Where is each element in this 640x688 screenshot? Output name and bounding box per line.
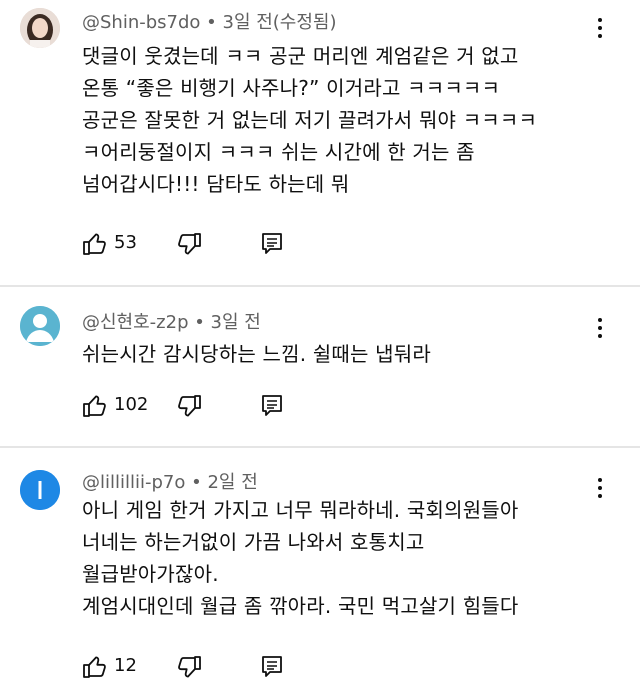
avatar[interactable] [20, 306, 60, 346]
thumbs-down-icon [178, 395, 201, 417]
reply-icon [262, 233, 282, 254]
thumbs-up-icon [83, 233, 106, 255]
like-button[interactable]: 53 [82, 228, 162, 260]
comment-actions: 12 [82, 651, 322, 683]
dislike-button[interactable] [176, 651, 204, 683]
comment-meta: @신현호-z2p • 3일 전 [82, 312, 261, 333]
dislike-button[interactable] [176, 390, 204, 422]
letter-avatar-icon [20, 470, 60, 510]
avatar[interactable] [20, 8, 60, 48]
thumbs-up-icon [83, 395, 106, 417]
reply-button[interactable] [260, 651, 288, 683]
divider [0, 446, 640, 448]
reply-icon [262, 395, 282, 416]
thumbs-down-icon [178, 233, 201, 255]
reply-button[interactable] [260, 228, 288, 260]
comment-text: 아니 게임 한거 가지고 너무 뭐라하네. 국회의원들아 너네는 하는거없이 가… [82, 498, 519, 618]
thumbs-up-icon [83, 656, 106, 678]
like-button[interactable]: 12 [82, 651, 162, 683]
thumbs-down-icon [178, 656, 201, 678]
reply-button[interactable] [260, 390, 288, 422]
comment-text: 댓글이 웃겼는데 ㅋㅋ 공군 머리엔 계엄같은 거 없고 온통 “좋은 비행기 … [82, 44, 538, 196]
like-count: 12 [114, 655, 137, 676]
comment-meta: @lillillii-p7o • 2일 전 [82, 472, 258, 493]
default-user-icon [20, 306, 60, 346]
like-count: 102 [114, 394, 149, 415]
comment-text: 쉬는시간 감시당하는 느낌. 쉴때는 냅둬라 [82, 342, 431, 366]
divider [0, 285, 640, 287]
more-options-icon[interactable] [588, 12, 612, 44]
comment-1: @Shin-bs7do • 3일 전(수정됨) 댓글이 웃겼는데 ㅋㅋ 공군 머… [0, 0, 640, 266]
comment-2: @신현호-z2p • 3일 전 쉬는시간 감시당하는 느낌. 쉴때는 냅둬라 1… [0, 298, 640, 428]
user-photo-icon [20, 8, 60, 48]
more-options-icon[interactable] [588, 472, 612, 504]
like-button[interactable]: 102 [82, 390, 162, 422]
like-count: 53 [114, 232, 137, 253]
comment-actions: 102 [82, 390, 322, 422]
comment-3: @lillillii-p7o • 2일 전 아니 게임 한거 가지고 너무 뭐라… [0, 458, 640, 688]
avatar[interactable] [20, 470, 60, 510]
comment-actions: 53 [82, 228, 322, 260]
reply-icon [262, 656, 282, 677]
comment-meta: @Shin-bs7do • 3일 전(수정됨) [82, 12, 337, 33]
more-options-icon[interactable] [588, 312, 612, 344]
dislike-button[interactable] [176, 228, 204, 260]
